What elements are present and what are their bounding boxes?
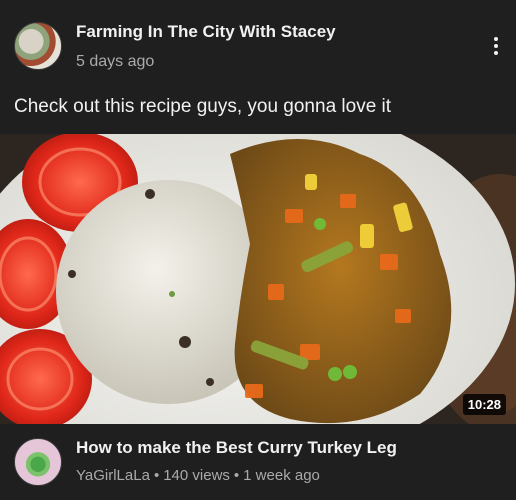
video-meta: YaGirlLaLa • 140 views • 1 week ago (76, 467, 320, 484)
video-channel-name[interactable]: YaGirlLaLa (76, 467, 150, 484)
meta-separator: • (233, 467, 240, 484)
duration-badge: 10:28 (462, 394, 506, 415)
post-time: 5 days ago (76, 53, 155, 70)
video-views: 140 views (163, 467, 230, 484)
video-thumbnail[interactable]: 10:28 (0, 134, 516, 424)
food-plate-image (0, 134, 516, 424)
post-header: Farming In The City With Stacey 5 days a… (0, 0, 516, 88)
video-channel-avatar[interactable] (14, 438, 62, 486)
video-age: 1 week ago (243, 467, 320, 484)
channel-avatar[interactable] (14, 22, 62, 70)
video-title[interactable]: How to make the Best Curry Turkey Leg (76, 438, 397, 458)
video-info-row[interactable]: How to make the Best Curry Turkey Leg Ya… (0, 424, 516, 500)
channel-name[interactable]: Farming In The City With Stacey (76, 22, 336, 42)
meta-separator: • (153, 467, 160, 484)
more-vert-icon[interactable] (488, 34, 504, 60)
post-text: Check out this recipe guys, you gonna lo… (14, 96, 392, 117)
